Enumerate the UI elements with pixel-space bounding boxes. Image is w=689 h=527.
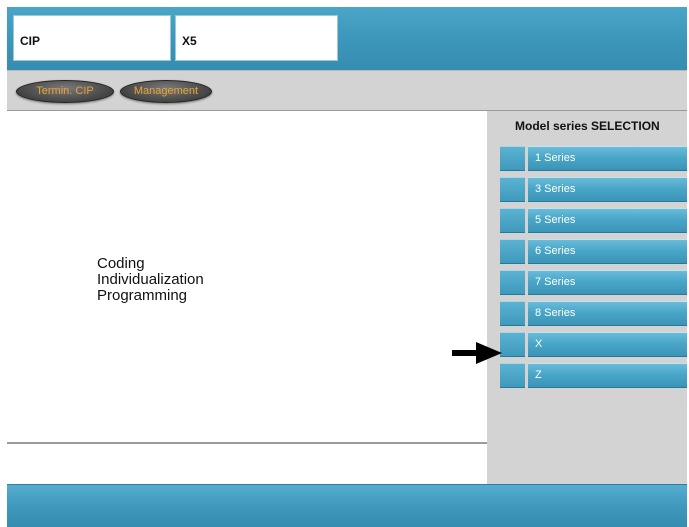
series-item-5-series[interactable]: 5 Series [500,208,687,233]
series-selector-square[interactable] [500,363,525,388]
series-button[interactable]: X [528,332,687,357]
arrow-right-icon [452,342,502,364]
individualization-label: Individualization [97,271,204,288]
series-item-8-series[interactable]: 8 Series [500,301,687,326]
series-button[interactable]: 6 Series [528,239,687,264]
series-selector-square[interactable] [500,208,525,233]
termin-cip-button[interactable]: Termin. CIP [16,80,114,103]
header-bar: CIP X5 [7,7,687,70]
series-label: 6 Series [535,245,576,257]
toolbar: Termin. CIP Management [7,70,687,111]
series-item-3-series[interactable]: 3 Series [500,177,687,202]
application-field: CIP [13,15,171,61]
main-lower-area [7,444,487,484]
series-label: 8 Series [535,307,576,319]
series-item-6-series[interactable]: 6 Series [500,239,687,264]
series-label: 5 Series [535,214,576,226]
series-item-x[interactable]: X [500,332,687,357]
model-series-panel: Model series SELECTION 1 Series 3 Series… [487,111,687,484]
status-bar [7,484,687,527]
series-selector-square[interactable] [500,177,525,202]
main-content: Coding Individualization Programming [7,111,487,442]
panel-title: Model series SELECTION [515,119,660,133]
series-selector-square[interactable] [500,301,525,326]
series-item-1-series[interactable]: 1 Series [500,146,687,171]
series-item-z[interactable]: Z [500,363,687,388]
series-button[interactable]: 5 Series [528,208,687,233]
series-button[interactable]: Z [528,363,687,388]
series-label: X [535,338,543,350]
series-button[interactable]: 1 Series [528,146,687,171]
series-selector-square[interactable] [500,239,525,264]
management-button[interactable]: Management [120,80,212,103]
series-label: 7 Series [535,276,576,288]
series-selector-square[interactable] [500,270,525,295]
vehicle-model-field: X5 [175,15,338,61]
series-button[interactable]: 7 Series [528,270,687,295]
coding-label: Coding [97,255,145,272]
cip-description: Coding Individualization Programming [97,256,204,304]
series-button[interactable]: 3 Series [528,177,687,202]
series-label: 1 Series [535,152,576,164]
series-label: Z [535,369,542,381]
series-selector-square[interactable] [500,146,525,171]
series-selector-square[interactable] [500,332,525,357]
series-label: 3 Series [535,183,576,195]
series-item-7-series[interactable]: 7 Series [500,270,687,295]
programming-label: Programming [97,287,188,304]
series-button[interactable]: 8 Series [528,301,687,326]
